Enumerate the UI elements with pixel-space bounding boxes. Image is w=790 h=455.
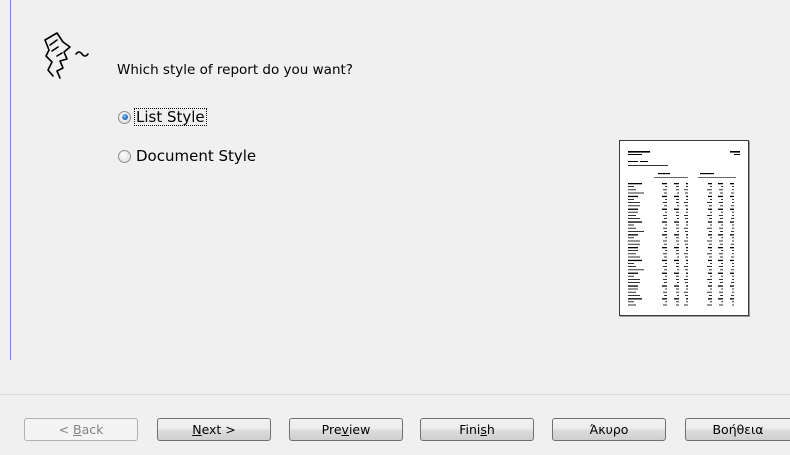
list-style-option[interactable]: List Style xyxy=(118,107,207,127)
finish-button[interactable]: Finish xyxy=(420,418,534,441)
list-style-label[interactable]: List Style xyxy=(134,108,207,126)
preview-button[interactable]: Preview xyxy=(289,418,403,441)
cancel-button[interactable]: Άκυρο xyxy=(552,418,666,441)
report-style-question: Which style of report do you want? xyxy=(117,62,353,78)
report-preview-lines xyxy=(628,151,740,306)
document-style-label[interactable]: Document Style xyxy=(134,147,258,165)
back-button[interactable]: < Back xyxy=(24,418,138,441)
wizard-face-icon xyxy=(44,32,89,79)
document-style-option[interactable]: Document Style xyxy=(118,146,258,166)
list-style-radio[interactable] xyxy=(118,110,131,124)
next-button[interactable]: Next > xyxy=(157,418,271,441)
document-style-radio[interactable] xyxy=(118,149,131,163)
wizard-left-divider xyxy=(10,0,11,360)
report-preview-thumbnail xyxy=(619,140,749,316)
help-button[interactable]: Βοήθεια xyxy=(685,418,790,441)
button-area-separator xyxy=(0,394,790,395)
